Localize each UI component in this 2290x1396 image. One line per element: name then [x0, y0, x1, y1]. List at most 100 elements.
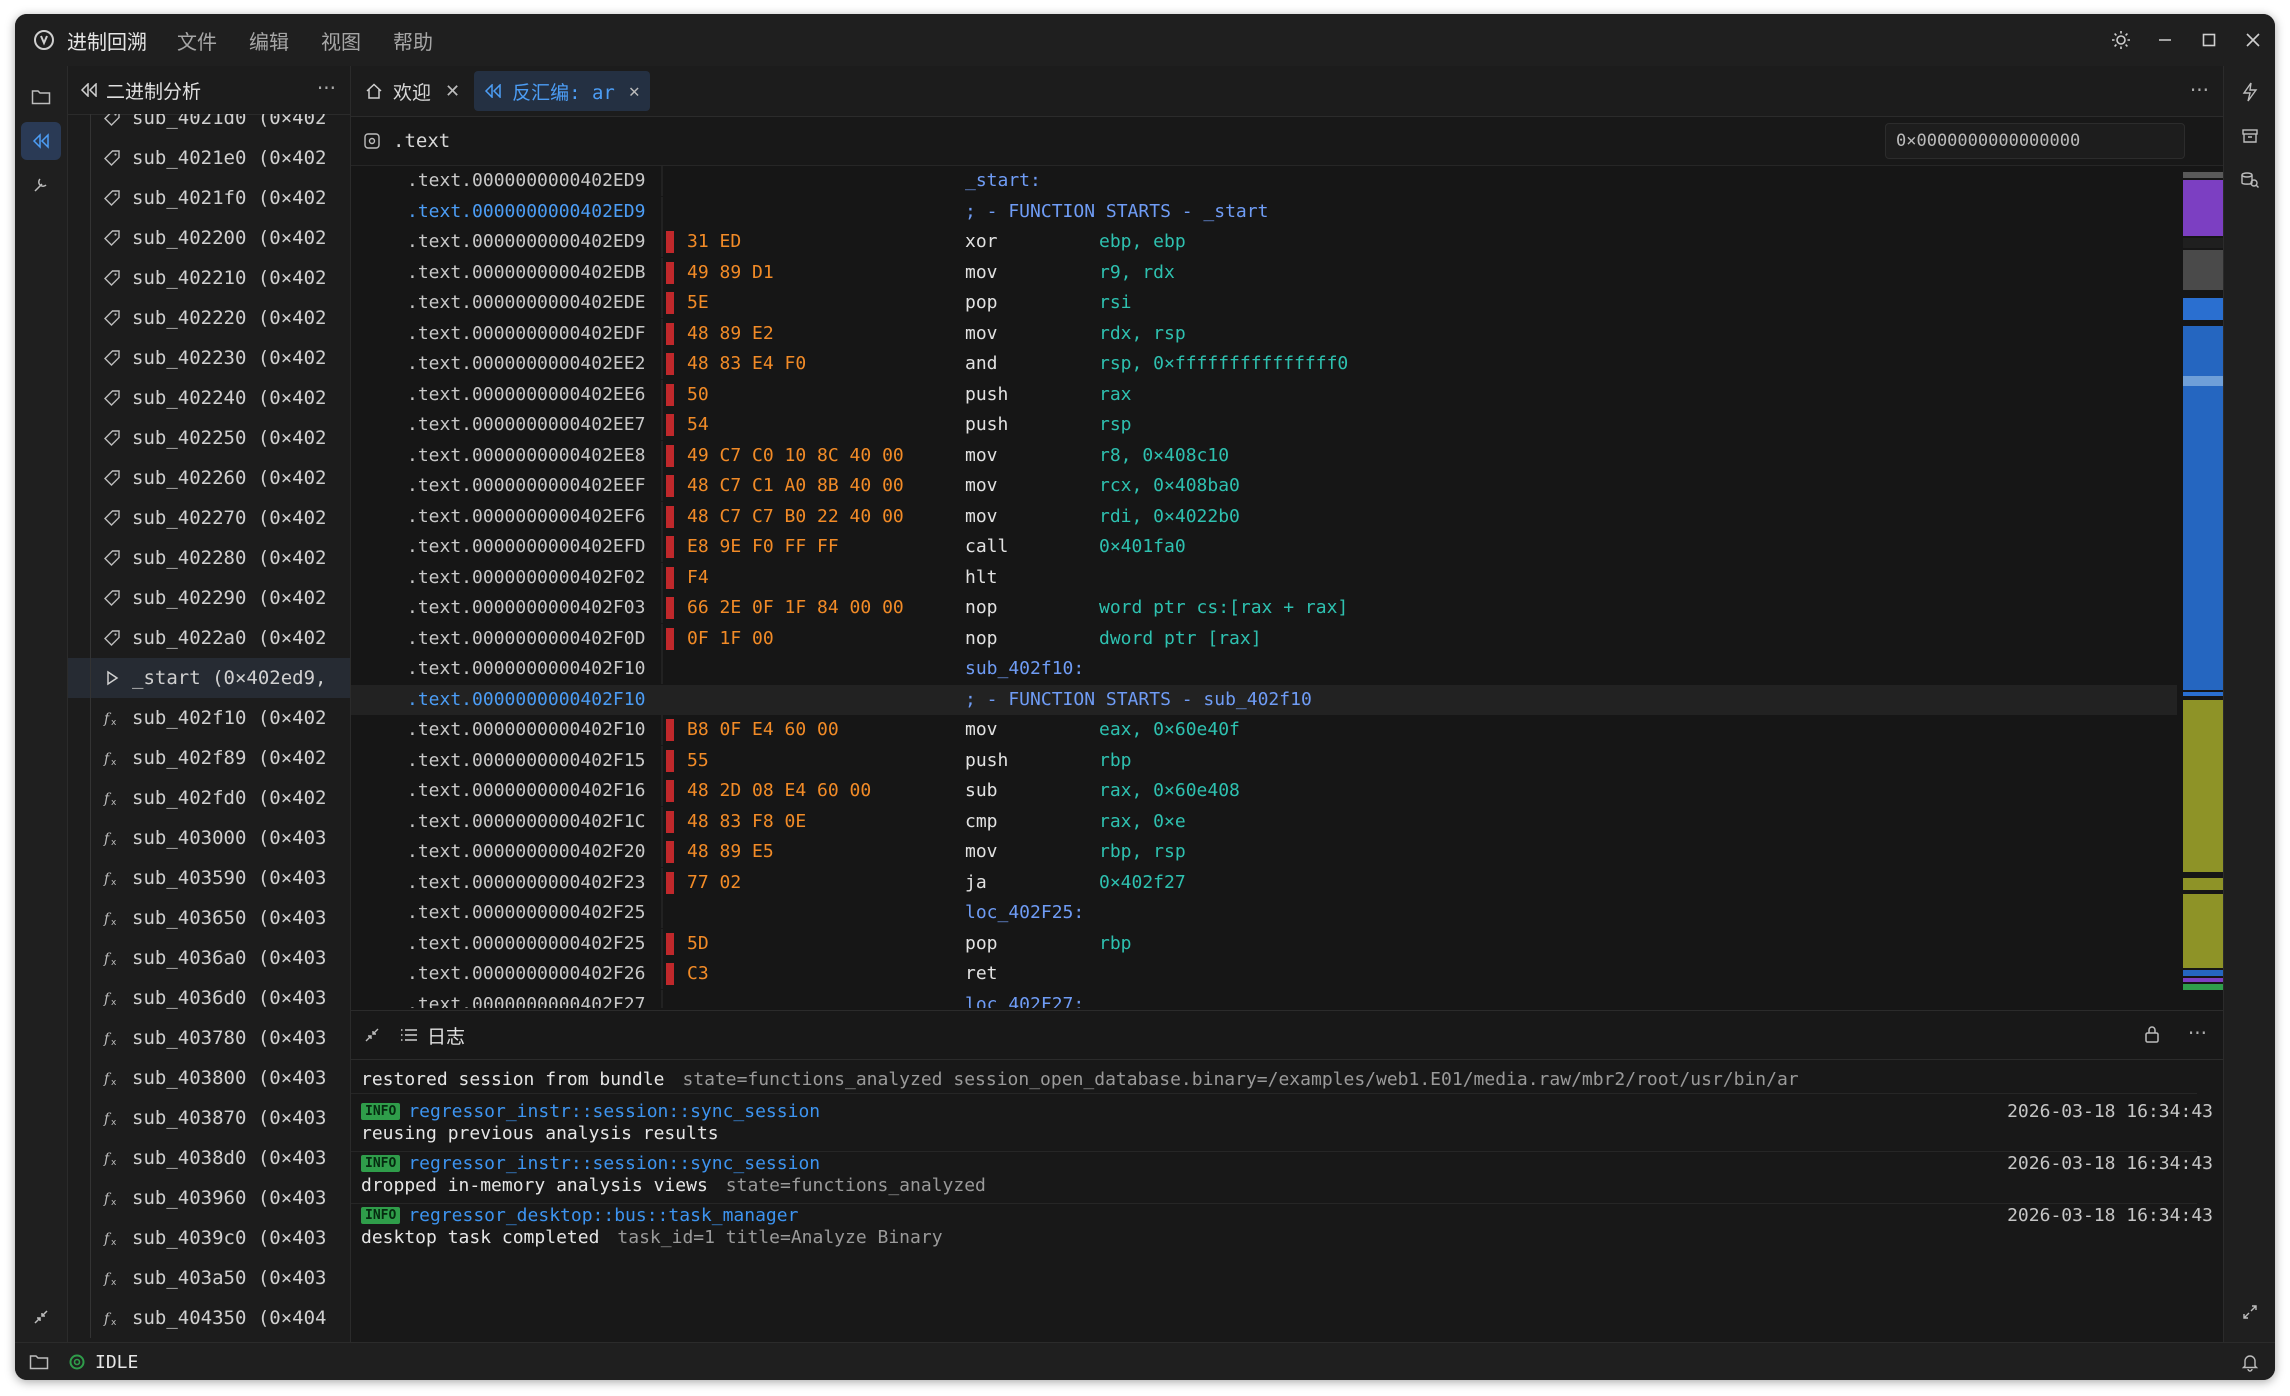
instruction-row[interactable]: .text.0000000000402EE2 48 83 E4 F0 and rsp,…: [351, 349, 2197, 379]
sidebar-function-item[interactable]: sub_4021d0 (0×402: [68, 114, 350, 138]
instruction-row[interactable]: .text.0000000000402F0D 0F 1F 00 nop dword p…: [351, 623, 2197, 654]
sidebar-function-item[interactable]: f x sub_403590 (0×403: [68, 858, 350, 898]
minimap[interactable]: [2177, 166, 2223, 1008]
address-input[interactable]: 0×0000000000000000: [1885, 123, 2185, 159]
instruction-row[interactable]: .text.0000000000402EF6 48 C7 C7 B0 22 40 …: [351, 501, 2197, 532]
lock-icon[interactable]: [2143, 1024, 2161, 1044]
sidebar-function-item[interactable]: f x sub_403780 (0×403: [68, 1018, 350, 1058]
bell-icon[interactable]: [2241, 1352, 2259, 1372]
log-source[interactable]: regressor_instr::session::sync_session: [408, 1101, 820, 1122]
menu-edit[interactable]: 编辑: [249, 26, 289, 55]
log-more-button[interactable]: ···: [2188, 1021, 2207, 1045]
maximize-button[interactable]: [2187, 14, 2231, 66]
instruction-row[interactable]: .text.0000000000402EDF 48 89 E2 mov rdx, rs…: [351, 318, 2197, 349]
label-row[interactable]: .text.0000000000402F27 loc_402F27:: [351, 989, 2197, 1008]
instruction-row[interactable]: .text.0000000000402EEF 48 C7 C1 A0 8B 40 …: [351, 471, 2197, 501]
folder-icon[interactable]: [29, 1353, 49, 1371]
sidebar-function-item[interactable]: f x sub_402f89 (0×402: [68, 738, 350, 778]
menu-view[interactable]: 视图: [321, 26, 361, 55]
label-row[interactable]: .text.0000000000402ED9 _start:: [351, 166, 2197, 196]
instruction-row[interactable]: .text.0000000000402EDE 5E pop rsi: [351, 288, 2197, 318]
sidebar-function-item[interactable]: f x sub_4036d0 (0×403: [68, 978, 350, 1018]
sidebar-function-item[interactable]: sub_4022a0 (0×402: [68, 618, 350, 658]
byte-marker: [666, 261, 674, 284]
sidebar-function-item[interactable]: f x sub_402f10 (0×402: [68, 698, 350, 738]
mnemonic: nop: [965, 597, 998, 618]
archive-button[interactable]: [2236, 122, 2264, 150]
instruction-row[interactable]: .text.0000000000402F25 5D pop rbp: [351, 928, 2197, 959]
instruction-row[interactable]: .text.0000000000402F20 48 89 E5 mov rbp, rs…: [351, 837, 2197, 867]
address: .text.0000000000402F23: [407, 871, 646, 893]
sidebar-function-item[interactable]: sub_402270 (0×402: [68, 498, 350, 538]
instruction-row[interactable]: .text.0000000000402F02 F4 hlt: [351, 562, 2197, 593]
instruction-row[interactable]: .text.0000000000402F03 66 2E 0F 1F 84 00 …: [351, 593, 2197, 623]
disassembly-view[interactable]: .text.0000000000402ED9 _start: .text.00000…: [351, 166, 2197, 1008]
sidebar-function-item[interactable]: sub_4021e0 (0×402: [68, 138, 350, 178]
instruction-row[interactable]: .text.0000000000402F23 77 02 ja 0×402f27: [351, 867, 2197, 898]
label-row[interactable]: .text.0000000000402F10 sub_402f10:: [351, 654, 2197, 684]
instruction-row[interactable]: .text.0000000000402F1C 48 83 F8 0E cmp rax,…: [351, 806, 2197, 837]
sidebar-more-button[interactable]: ···: [317, 76, 336, 100]
instruction-row[interactable]: .text.0000000000402EE7 54 push rsp: [351, 410, 2197, 440]
sidebar-function-item[interactable]: sub_402200 (0×402: [68, 218, 350, 258]
binary-analysis-button[interactable]: [21, 122, 61, 160]
instruction-bytes: 5D: [687, 932, 709, 954]
bolt-button[interactable]: [2236, 78, 2264, 106]
instruction-row[interactable]: .text.0000000000402F26 C3 ret: [351, 959, 2197, 989]
close-window-button[interactable]: [2231, 14, 2275, 66]
log-source[interactable]: regressor_desktop::bus::task_manager: [408, 1205, 798, 1226]
tools-button[interactable]: [21, 166, 61, 204]
log-source[interactable]: regressor_instr::session::sync_session: [408, 1153, 820, 1174]
sidebar-function-item[interactable]: f x sub_4038d0 (0×403: [68, 1138, 350, 1178]
sidebar-function-item[interactable]: sub_4021f0 (0×402: [68, 178, 350, 218]
sidebar-item-label: sub_402260 (0×402: [132, 467, 327, 489]
sidebar-function-item[interactable]: f x sub_403960 (0×403: [68, 1178, 350, 1218]
mnemonic: mov: [965, 841, 998, 862]
sidebar-function-item[interactable]: f x sub_404350 (0×404: [68, 1298, 350, 1338]
collapse-panel-button[interactable]: [21, 1298, 61, 1336]
sidebar-function-item[interactable]: f x sub_4039c0 (0×403: [68, 1218, 350, 1258]
tabs-more-button[interactable]: ···: [2190, 78, 2209, 102]
menu-help[interactable]: 帮助: [393, 26, 433, 55]
sidebar-function-item[interactable]: sub_402280 (0×402: [68, 538, 350, 578]
label-row[interactable]: .text.0000000000402F25 loc_402F25:: [351, 898, 2197, 928]
sidebar-function-item[interactable]: f x sub_402fd0 (0×402: [68, 778, 350, 818]
sidebar-function-item[interactable]: sub_402250 (0×402: [68, 418, 350, 458]
theme-toggle-button[interactable]: [2099, 14, 2143, 66]
explorer-button[interactable]: [21, 78, 61, 116]
sidebar-function-item[interactable]: f x sub_403800 (0×403: [68, 1058, 350, 1098]
instruction-row[interactable]: .text.0000000000402EDB 49 89 D1 mov r9, rdx: [351, 257, 2197, 288]
minimize-button[interactable]: [2143, 14, 2187, 66]
expand-panel-button[interactable]: [2236, 1298, 2264, 1326]
sidebar-function-item[interactable]: f x sub_403000 (0×403: [68, 818, 350, 858]
menu-file[interactable]: 文件: [177, 26, 217, 55]
sidebar-function-item[interactable]: f x sub_4036a0 (0×403: [68, 938, 350, 978]
address: .text.0000000000402EDF: [407, 322, 646, 344]
instruction-row[interactable]: .text.0000000000402F16 48 2D 08 E4 60 00 s…: [351, 776, 2197, 806]
tab-disassembly-close-icon[interactable]: ✕: [629, 81, 640, 102]
function-start-row[interactable]: .text.0000000000402ED9 ; - FUNCTION START…: [351, 196, 2197, 227]
instruction-row[interactable]: .text.0000000000402F10 B8 0F E4 60 00 mov e…: [351, 715, 2197, 745]
sidebar-function-item[interactable]: f x sub_403870 (0×403: [68, 1098, 350, 1138]
tab-welcome-close-icon[interactable]: ✕: [445, 81, 460, 102]
sidebar-function-item[interactable]: sub_402230 (0×402: [68, 338, 350, 378]
sidebar-function-item[interactable]: sub_402260 (0×402: [68, 458, 350, 498]
instruction-row[interactable]: .text.0000000000402EE8 49 C7 C0 10 8C 40 …: [351, 440, 2197, 471]
tab-welcome[interactable]: 欢迎 ✕: [355, 71, 470, 111]
section-name: .text: [393, 130, 451, 152]
database-search-button[interactable]: [2236, 166, 2264, 194]
sidebar-function-item[interactable]: f x sub_403a50 (0×403: [68, 1258, 350, 1298]
instruction-row[interactable]: .text.0000000000402EFD E8 9E F0 FF FF call…: [351, 532, 2197, 562]
instruction-row[interactable]: .text.0000000000402ED9 31 ED xor ebp, ebp: [351, 227, 2197, 257]
instruction-row[interactable]: .text.0000000000402EE6 50 push rax: [351, 379, 2197, 410]
instruction-row[interactable]: .text.0000000000402F15 55 push rbp: [351, 745, 2197, 776]
sidebar-function-item[interactable]: sub_402240 (0×402: [68, 378, 350, 418]
sidebar-function-item[interactable]: f x sub_403650 (0×403: [68, 898, 350, 938]
sidebar-function-item[interactable]: _start (0×402ed9,: [68, 658, 350, 698]
sidebar-function-item[interactable]: sub_402220 (0×402: [68, 298, 350, 338]
tab-disassembly[interactable]: 反汇编: ar ✕: [474, 71, 650, 111]
function-start-comment: ; - FUNCTION STARTS - _start: [965, 200, 1269, 222]
function-start-row[interactable]: .text.0000000000402F10 ; - FUNCTION START…: [351, 684, 2197, 715]
sidebar-function-item[interactable]: sub_402210 (0×402: [68, 258, 350, 298]
sidebar-function-item[interactable]: sub_402290 (0×402: [68, 578, 350, 618]
